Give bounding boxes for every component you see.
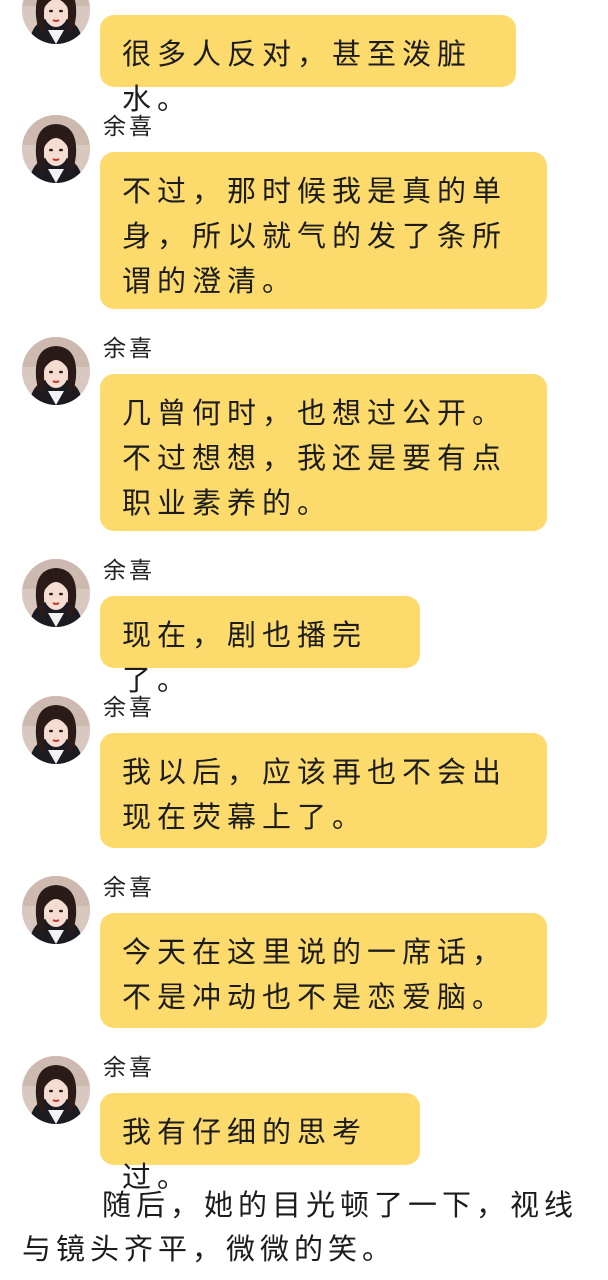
avatar[interactable] [22,559,90,627]
chat-thread: 很多人反对，甚至泼脏水。 余喜 不过，那时候我是真的单身，所以就气的发了条所谓的… [0,0,608,1280]
avatar-portrait-icon [22,559,90,627]
avatar-portrait-icon [22,0,90,44]
avatar[interactable] [22,115,90,183]
message-text: 今天在这里说的一席话，不是冲动也不是恋爱脑。 [122,935,508,1014]
message-bubble[interactable]: 今天在这里说的一席话，不是冲动也不是恋爱脑。 [100,913,547,1028]
message-text: 几曾何时，也想过公开。不过想想，我还是要有点职业素养的。 [122,396,508,520]
sender-name: 余喜 [103,114,155,140]
narration-paragraph: 随后，她的目光顿了一下，视线与镜头齐平，微微的笑。 [22,1188,579,1266]
avatar[interactable] [22,337,90,405]
message-bubble[interactable]: 几曾何时，也想过公开。不过想想，我还是要有点职业素养的。 [100,374,547,531]
avatar-portrait-icon [22,696,90,764]
avatar-portrait-icon [22,876,90,944]
sender-name: 余喜 [103,558,155,584]
avatar-portrait-icon [22,115,90,183]
message-text: 很多人反对，甚至泼脏水。 [122,37,473,116]
message-bubble[interactable]: 现在，剧也播完了。 [100,596,420,697]
sender-name: 余喜 [103,336,155,362]
message-text: 不过，那时候我是真的单身，所以就气的发了条所谓的澄清。 [122,174,508,298]
avatar[interactable] [22,1056,90,1124]
message-text: 现在，剧也播完了。 [122,618,368,697]
avatar[interactable] [22,0,90,44]
sender-name: 余喜 [103,695,155,721]
message-text: 我以后，应该再也不会出现在荧幕上了。 [122,755,508,834]
avatar[interactable] [22,696,90,764]
message-bubble[interactable]: 我有仔细的思考过。 [100,1093,420,1194]
avatar-portrait-icon [22,337,90,405]
message-bubble[interactable]: 我以后，应该再也不会出现在荧幕上了。 [100,733,547,848]
avatar[interactable] [22,876,90,944]
sender-name: 余喜 [103,875,155,901]
avatar-portrait-icon [22,1056,90,1124]
sender-name: 余喜 [103,1055,155,1081]
message-bubble[interactable]: 很多人反对，甚至泼脏水。 [100,15,516,116]
message-bubble[interactable]: 不过，那时候我是真的单身，所以就气的发了条所谓的澄清。 [100,152,547,309]
